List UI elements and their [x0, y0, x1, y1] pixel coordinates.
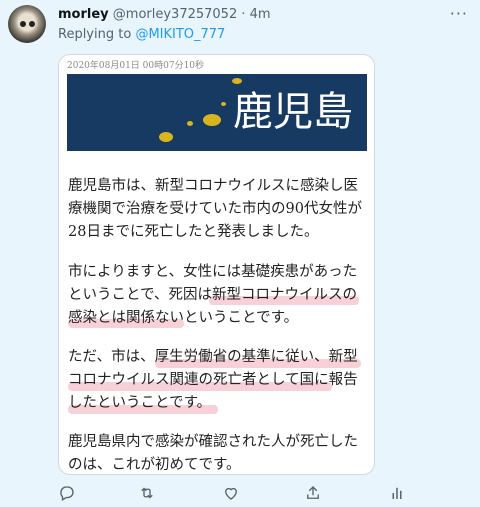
- avatar[interactable]: [8, 5, 46, 43]
- article-paragraph: 市によりますと、女性には基礎疾患があったということで、死因は新型コロナウイルスの…: [68, 264, 358, 326]
- tweet-actions: [58, 484, 468, 502]
- island-shape: [187, 121, 193, 126]
- heart-icon[interactable]: [222, 484, 240, 502]
- replying-to: Replying to @MIKITO_777: [58, 27, 225, 42]
- article-paragraph: ただ、市は、厚生労働省の基準に従い、新型コロナウイルス関連の死亡者として国に報告…: [68, 349, 358, 411]
- reply-icon[interactable]: [58, 484, 76, 502]
- display-name[interactable]: morley: [58, 7, 109, 22]
- island-shape: [232, 78, 242, 84]
- replying-handle-link[interactable]: @MIKITO_777: [135, 27, 225, 42]
- article-paragraph: 鹿児島県内で感染が確認された人が死亡したのは、これが初めてです。: [68, 434, 358, 473]
- analytics-icon[interactable]: [388, 484, 406, 502]
- avatar-eye: [20, 21, 26, 27]
- share-icon[interactable]: [304, 484, 322, 502]
- banner-title: 鹿児島: [233, 89, 353, 135]
- retweet-icon[interactable]: [138, 484, 156, 502]
- tweet-header: morley @morley37257052 · 4m: [58, 7, 271, 22]
- island-shape: [159, 132, 173, 142]
- user-handle[interactable]: @morley37257052: [113, 7, 237, 22]
- more-icon[interactable]: ···: [450, 4, 468, 23]
- news-banner: 鹿児島: [67, 74, 367, 151]
- tweet-image[interactable]: 2020年08月01日 00時07分10秒 鹿児島 鹿児島市は、新型コロナウイル…: [58, 54, 375, 475]
- island-shape: [203, 114, 221, 126]
- replying-label: Replying to: [58, 27, 132, 42]
- separator-dot: ·: [241, 7, 246, 22]
- image-timestamp: 2020年08月01日 00時07分10秒: [67, 61, 205, 71]
- island-shape: [221, 102, 226, 106]
- article-paragraph: 鹿児島市は、新型コロナウイルスに感染し医療機関で治療を受けていた市内の90代女性…: [68, 178, 362, 240]
- tweet-time[interactable]: 4m: [250, 7, 271, 22]
- avatar-eye: [29, 21, 35, 27]
